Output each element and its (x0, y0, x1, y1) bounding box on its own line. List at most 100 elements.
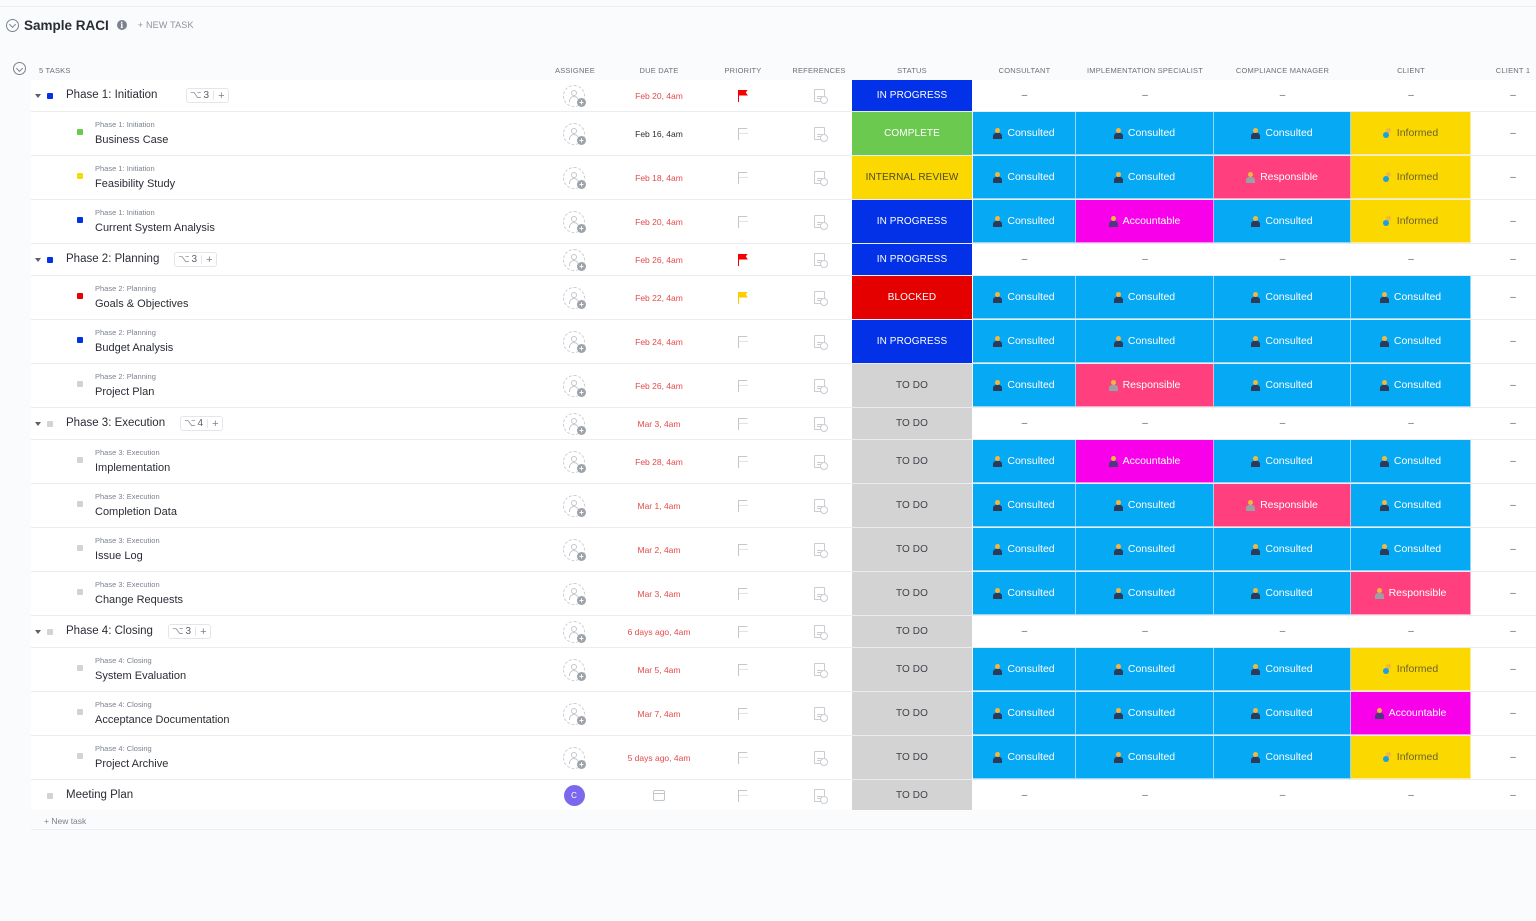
raci-client-1-cell[interactable]: – (1490, 364, 1536, 407)
raci-compliance-manager-cell[interactable]: – (1214, 244, 1351, 275)
status-square[interactable] (77, 457, 83, 463)
raci-implementation-specialist-cell[interactable]: Responsible (1076, 364, 1214, 407)
raci-compliance-manager-cell[interactable]: Responsible (1214, 156, 1351, 199)
add-assignee-icon[interactable]: + (563, 248, 586, 271)
task-breadcrumb[interactable]: Phase 3: Execution (95, 536, 160, 545)
status-badge[interactable]: TO DO (852, 528, 972, 571)
raci-client-cell[interactable]: Informed (1351, 156, 1471, 199)
raci-client-1-cell[interactable]: – (1490, 648, 1536, 691)
group-row[interactable]: Phase 3: Execution ⌥ 4 + + Mar 3, 4am TO DO – – –… (31, 408, 1536, 440)
file-reference-icon[interactable] (813, 417, 828, 432)
raci-client-1-cell[interactable]: – (1490, 736, 1536, 779)
task-row[interactable]: Meeting Plan C TO DO – – – – – (31, 780, 1536, 812)
raci-compliance-manager-cell[interactable]: Consulted (1214, 528, 1351, 571)
due-date[interactable]: Feb 22, 4am (635, 293, 683, 303)
column-header-client[interactable]: CLIENT (1351, 66, 1471, 75)
file-reference-icon[interactable] (813, 751, 828, 766)
status-square[interactable] (77, 293, 83, 299)
task-row[interactable]: Phase 2: Planning Goals & Objectives + Feb … (31, 276, 1536, 320)
raci-client-cell[interactable]: Informed (1351, 736, 1471, 779)
file-reference-icon[interactable] (813, 171, 828, 186)
add-assignee-icon[interactable]: + (563, 122, 586, 145)
due-date[interactable]: Mar 3, 4am (638, 589, 681, 599)
raci-client-cell[interactable]: Consulted (1351, 528, 1471, 571)
raci-consultant-cell[interactable]: Consulted (973, 484, 1076, 527)
raci-implementation-specialist-cell[interactable]: Consulted (1076, 736, 1214, 779)
priority-flag-icon[interactable] (737, 587, 749, 600)
add-subtask-icon[interactable]: + (200, 626, 206, 638)
priority-flag-icon[interactable] (737, 417, 749, 430)
due-date[interactable]: 6 days ago, 4am (628, 627, 691, 637)
task-breadcrumb[interactable]: Phase 3: Execution (95, 492, 160, 501)
task-breadcrumb[interactable]: Phase 2: Planning (95, 372, 156, 381)
task-breadcrumb[interactable]: Phase 1: Initiation (95, 164, 155, 173)
priority-flag-icon[interactable] (737, 215, 749, 228)
priority-flag-icon[interactable] (737, 455, 749, 468)
raci-client-cell[interactable]: Consulted (1351, 364, 1471, 407)
status-square[interactable] (77, 501, 83, 507)
status-square[interactable] (47, 93, 53, 99)
priority-flag-icon[interactable] (737, 171, 749, 184)
raci-client-1-cell[interactable]: – (1490, 156, 1536, 199)
status-badge[interactable]: IN PROGRESS (852, 200, 972, 243)
raci-client-1-cell[interactable]: – (1490, 200, 1536, 243)
file-reference-icon[interactable] (813, 215, 828, 230)
raci-consultant-cell[interactable]: – (973, 616, 1076, 647)
task-row[interactable]: Phase 3: Execution Completion Data + Mar 1,… (31, 484, 1536, 528)
group-name[interactable]: Phase 4: Closing (66, 625, 153, 637)
due-date[interactable]: Feb 24, 4am (635, 337, 683, 347)
subtasks-pill[interactable]: ⌥ 4 + (180, 416, 223, 431)
raci-client-cell[interactable]: Consulted (1351, 276, 1471, 319)
task-name[interactable]: Acceptance Documentation (95, 714, 230, 726)
add-assignee-icon[interactable]: + (563, 582, 586, 605)
status-badge[interactable]: INTERNAL REVIEW (852, 156, 972, 199)
status-badge[interactable]: TO DO (852, 408, 972, 439)
add-assignee-icon[interactable]: + (563, 412, 586, 435)
file-reference-icon[interactable] (813, 253, 828, 268)
add-assignee-icon[interactable]: + (563, 374, 586, 397)
priority-flag-icon[interactable] (737, 127, 749, 140)
add-assignee-icon[interactable]: + (563, 494, 586, 517)
raci-compliance-manager-cell[interactable]: – (1214, 80, 1351, 111)
raci-compliance-manager-cell[interactable]: Consulted (1214, 736, 1351, 779)
task-breadcrumb[interactable]: Phase 1: Initiation (95, 120, 155, 129)
task-breadcrumb[interactable]: Phase 3: Execution (95, 580, 160, 589)
add-assignee-icon[interactable]: + (563, 286, 586, 309)
raci-compliance-manager-cell[interactable]: – (1214, 780, 1351, 811)
file-reference-icon[interactable] (813, 89, 828, 104)
raci-compliance-manager-cell[interactable]: Consulted (1214, 440, 1351, 483)
file-reference-icon[interactable] (813, 499, 828, 514)
due-date[interactable]: Feb 26, 4am (635, 255, 683, 265)
due-date[interactable]: Feb 16, 4am (635, 129, 683, 139)
due-date[interactable]: Feb 20, 4am (635, 217, 683, 227)
add-subtask-icon[interactable]: + (206, 254, 212, 266)
raci-consultant-cell[interactable]: Consulted (973, 320, 1076, 363)
group-name[interactable]: Phase 3: Execution (66, 417, 165, 429)
status-badge[interactable]: TO DO (852, 780, 972, 811)
raci-consultant-cell[interactable]: Consulted (973, 156, 1076, 199)
raci-consultant-cell[interactable]: – (973, 80, 1076, 111)
raci-compliance-manager-cell[interactable]: Consulted (1214, 648, 1351, 691)
status-square[interactable] (77, 381, 83, 387)
raci-compliance-manager-cell[interactable]: Consulted (1214, 364, 1351, 407)
raci-implementation-specialist-cell[interactable]: Consulted (1076, 112, 1214, 155)
raci-implementation-specialist-cell[interactable]: Accountable (1076, 440, 1214, 483)
task-name[interactable]: Change Requests (95, 594, 183, 606)
raci-implementation-specialist-cell[interactable]: Consulted (1076, 156, 1214, 199)
priority-flag-icon[interactable] (737, 543, 749, 556)
status-square[interactable] (77, 129, 83, 135)
column-header-assignee[interactable]: ASSIGNEE (545, 66, 605, 75)
task-row[interactable]: Phase 4: Closing Acceptance Documentation… (31, 692, 1536, 736)
due-date[interactable]: Mar 5, 4am (638, 665, 681, 675)
due-date[interactable]: 5 days ago, 4am (628, 753, 691, 763)
calendar-icon[interactable] (653, 790, 665, 801)
task-row[interactable]: Phase 2: Planning Project Plan + Feb 26, 4a… (31, 364, 1536, 408)
file-reference-icon[interactable] (813, 335, 828, 350)
task-name[interactable]: Budget Analysis (95, 342, 173, 354)
raci-compliance-manager-cell[interactable]: – (1214, 616, 1351, 647)
status-badge[interactable]: TO DO (852, 692, 972, 735)
add-assignee-icon[interactable]: + (563, 84, 586, 107)
priority-flag-icon[interactable] (737, 751, 749, 764)
raci-client-1-cell[interactable]: – (1490, 616, 1536, 647)
priority-flag-icon[interactable] (737, 291, 749, 304)
